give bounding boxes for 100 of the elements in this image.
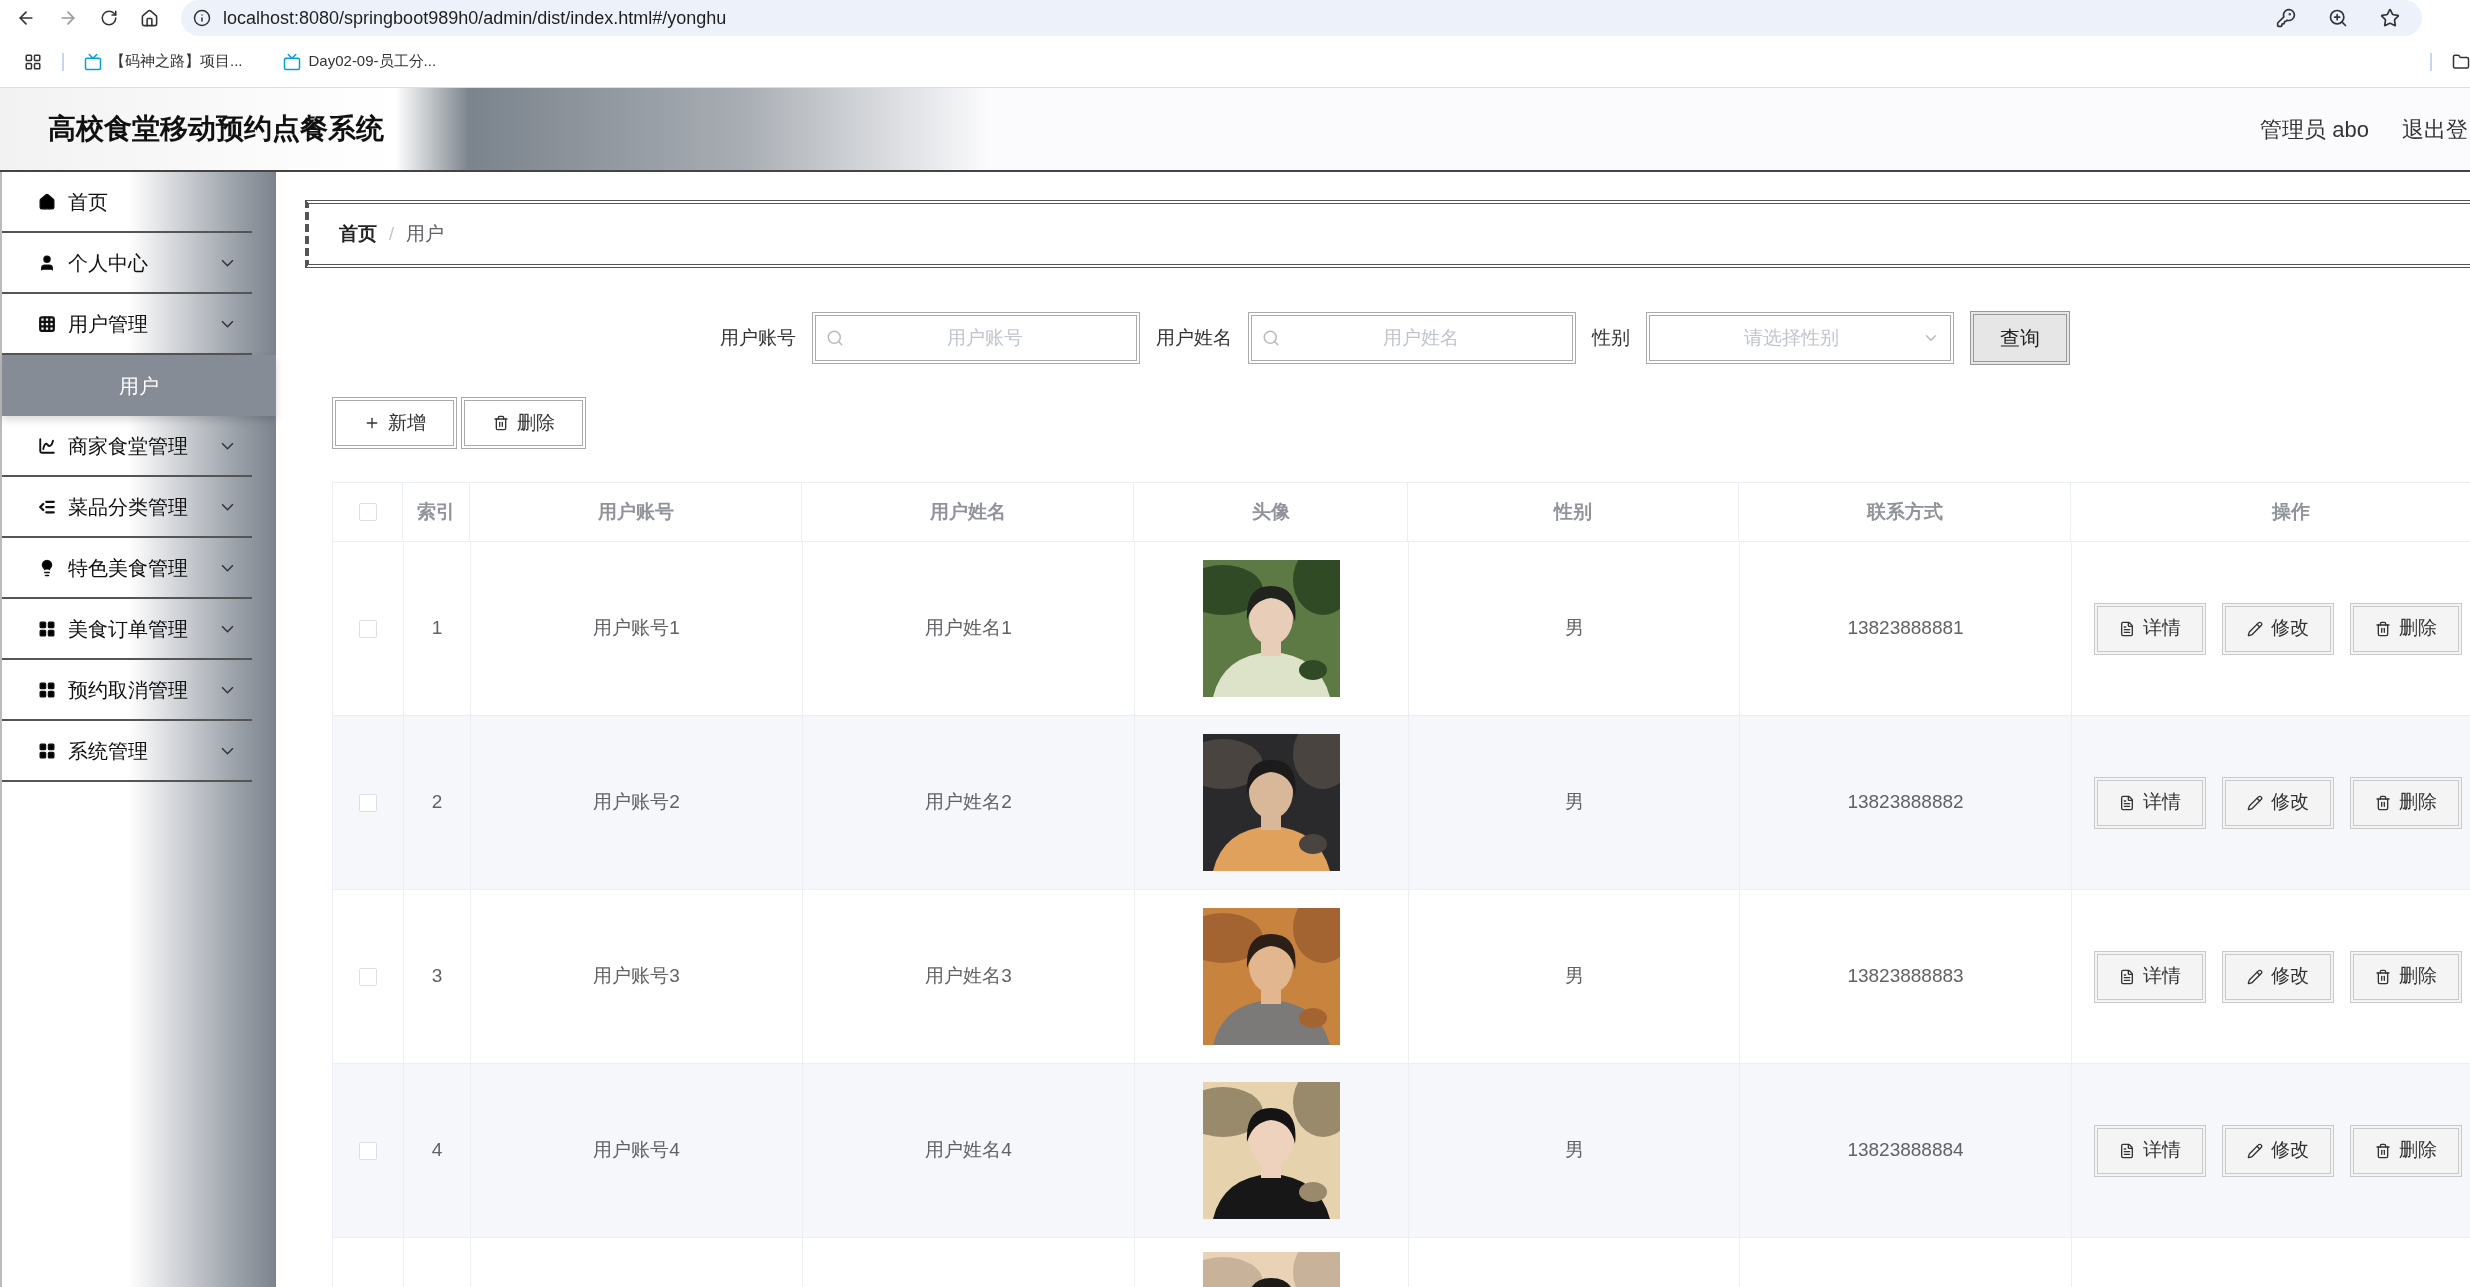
app-title: 高校食堂移动预约点餐系统 [48, 112, 384, 146]
query-button[interactable]: 查询 [1970, 311, 2070, 365]
toolbar-button[interactable]: 删除 [461, 397, 586, 449]
pencil-icon [2247, 620, 2263, 637]
row-action-button[interactable]: 删除 [2350, 950, 2462, 1003]
tiles-icon [38, 680, 56, 699]
row-action-button[interactable]: 详情 [2094, 950, 2206, 1003]
table-cell-text: 用户姓名3 [925, 964, 1012, 989]
table-cell-text: 用户姓名1 [925, 616, 1012, 641]
column-header: 用户账号 [470, 483, 802, 541]
table-cell-text: 用户账号3 [593, 964, 680, 989]
key-icon[interactable] [2276, 8, 2296, 28]
trash-icon [2375, 794, 2391, 811]
row-action-button[interactable]: 修改 [2222, 776, 2334, 829]
address-bar[interactable]: localhost:8080/springboot989h0/admin/dist/index.html#/yonghu [181, 0, 2422, 36]
chevron-down-icon [221, 746, 234, 755]
document-icon [2119, 794, 2135, 811]
tv-icon [84, 52, 102, 71]
column-header: 操作 [2071, 483, 2470, 541]
chevron-down-icon [221, 685, 234, 694]
table-cell-text: 用户账号2 [593, 790, 680, 815]
home-icon[interactable] [140, 8, 159, 28]
sidebar-item[interactable]: 首页 [2, 172, 252, 233]
column-header: 联系方式 [1739, 483, 2071, 541]
info-icon [193, 9, 211, 27]
sidebar-item[interactable]: 菜品分类管理 [2, 477, 252, 538]
checkbox[interactable] [358, 503, 377, 521]
trash-icon [2375, 620, 2391, 637]
column-header: 用户姓名 [802, 483, 1134, 541]
table-cell-text: 用户姓名2 [925, 790, 1012, 815]
field-label: 性别 [1592, 325, 1630, 350]
checkbox[interactable] [359, 1141, 377, 1160]
chevron-down-icon [221, 624, 234, 633]
table-cell-text: 4 [431, 1138, 443, 1163]
table-cell-text: 用户账号1 [593, 616, 680, 641]
trash-icon [492, 415, 509, 431]
document-icon [2119, 1142, 2135, 1159]
chevron-down-icon [221, 258, 234, 267]
sidebar-item[interactable]: 系统管理 [2, 721, 252, 782]
tiles-icon [38, 741, 56, 760]
column-header: 性别 [1408, 483, 1739, 541]
table-cell-text: 男 [1564, 616, 1584, 641]
bookmark[interactable]: 【码神之路】项目... [84, 50, 243, 73]
table-cell-text: 男 [1564, 1138, 1584, 1163]
table-cell-text: 2 [431, 790, 443, 815]
folder-icon[interactable] [2452, 52, 2470, 71]
row-action-button[interactable]: 修改 [2222, 602, 2334, 655]
row-action-button[interactable]: 删除 [2350, 602, 2462, 655]
sidebar-item[interactable]: 预约取消管理 [2, 660, 252, 721]
bookmark-star-icon[interactable] [2380, 8, 2400, 28]
sidebar-item[interactable]: 个人中心 [2, 233, 252, 294]
row-action-button[interactable]: 详情 [2094, 602, 2206, 655]
table-cell-text: 13823888884 [1847, 1138, 1964, 1163]
document-icon [2119, 620, 2135, 637]
field-label: 用户账号 [720, 325, 796, 350]
table-cell-text: 13823888883 [1847, 964, 1964, 989]
trash-icon [2375, 968, 2391, 985]
sidebar-item[interactable]: 美食订单管理 [2, 599, 252, 660]
zoom-icon[interactable] [2328, 8, 2348, 28]
table-cell-text: 用户姓名4 [925, 1138, 1012, 1163]
table-cell-text: 男 [1564, 964, 1584, 989]
chevron-down-icon [221, 563, 234, 572]
admin-name: 管理员 abo [2260, 115, 2369, 144]
checkbox[interactable] [359, 967, 377, 986]
toolbar-button[interactable]: 新增 [332, 397, 457, 449]
checkbox[interactable] [359, 793, 377, 812]
row-action-button[interactable]: 修改 [2222, 950, 2334, 1003]
url-text: localhost:8080/springboot989h0/admin/dist/index.html#/yonghu [223, 6, 728, 30]
column-header: 索引 [403, 483, 470, 541]
column-header: 头像 [1134, 483, 1408, 541]
pencil-icon [2247, 1142, 2263, 1159]
chevron-down-icon [221, 441, 234, 450]
sidebar-item[interactable]: 特色美食管理 [2, 538, 252, 599]
breadcrumb-link[interactable]: 首页 [339, 219, 377, 249]
row-action-button[interactable]: 删除 [2350, 776, 2462, 829]
home-icon [38, 192, 56, 211]
table-cell-text: 男 [1564, 790, 1584, 815]
tiles-icon [38, 619, 56, 638]
apps-icon[interactable] [24, 52, 42, 71]
table-cell-text: 1 [431, 616, 443, 641]
row-action-button[interactable]: 详情 [2094, 776, 2206, 829]
row-action-button[interactable]: 修改 [2222, 1124, 2334, 1177]
document-icon [2119, 968, 2135, 985]
pencil-icon [2247, 968, 2263, 985]
chart-icon [38, 436, 56, 455]
table-cell-text: 3 [431, 964, 443, 989]
logout-link[interactable]: 退出登 [2402, 112, 2468, 146]
user-icon [38, 253, 56, 272]
grid-icon [38, 314, 56, 333]
checkbox[interactable] [359, 619, 377, 638]
reload-icon[interactable] [100, 9, 118, 27]
table-cell-text: 13823888881 [1847, 616, 1964, 641]
sidebar-item[interactable]: 商家食堂管理 [2, 416, 252, 477]
trash-icon [2375, 1142, 2391, 1159]
row-action-button[interactable]: 详情 [2094, 1124, 2206, 1177]
bookmark[interactable]: Day02-09-员工分... [282, 50, 437, 73]
field-label: 用户姓名 [1156, 325, 1232, 350]
table-cell-text: 13823888882 [1847, 790, 1964, 815]
tv-icon [282, 52, 301, 71]
row-action-button[interactable]: 删除 [2350, 1124, 2462, 1177]
